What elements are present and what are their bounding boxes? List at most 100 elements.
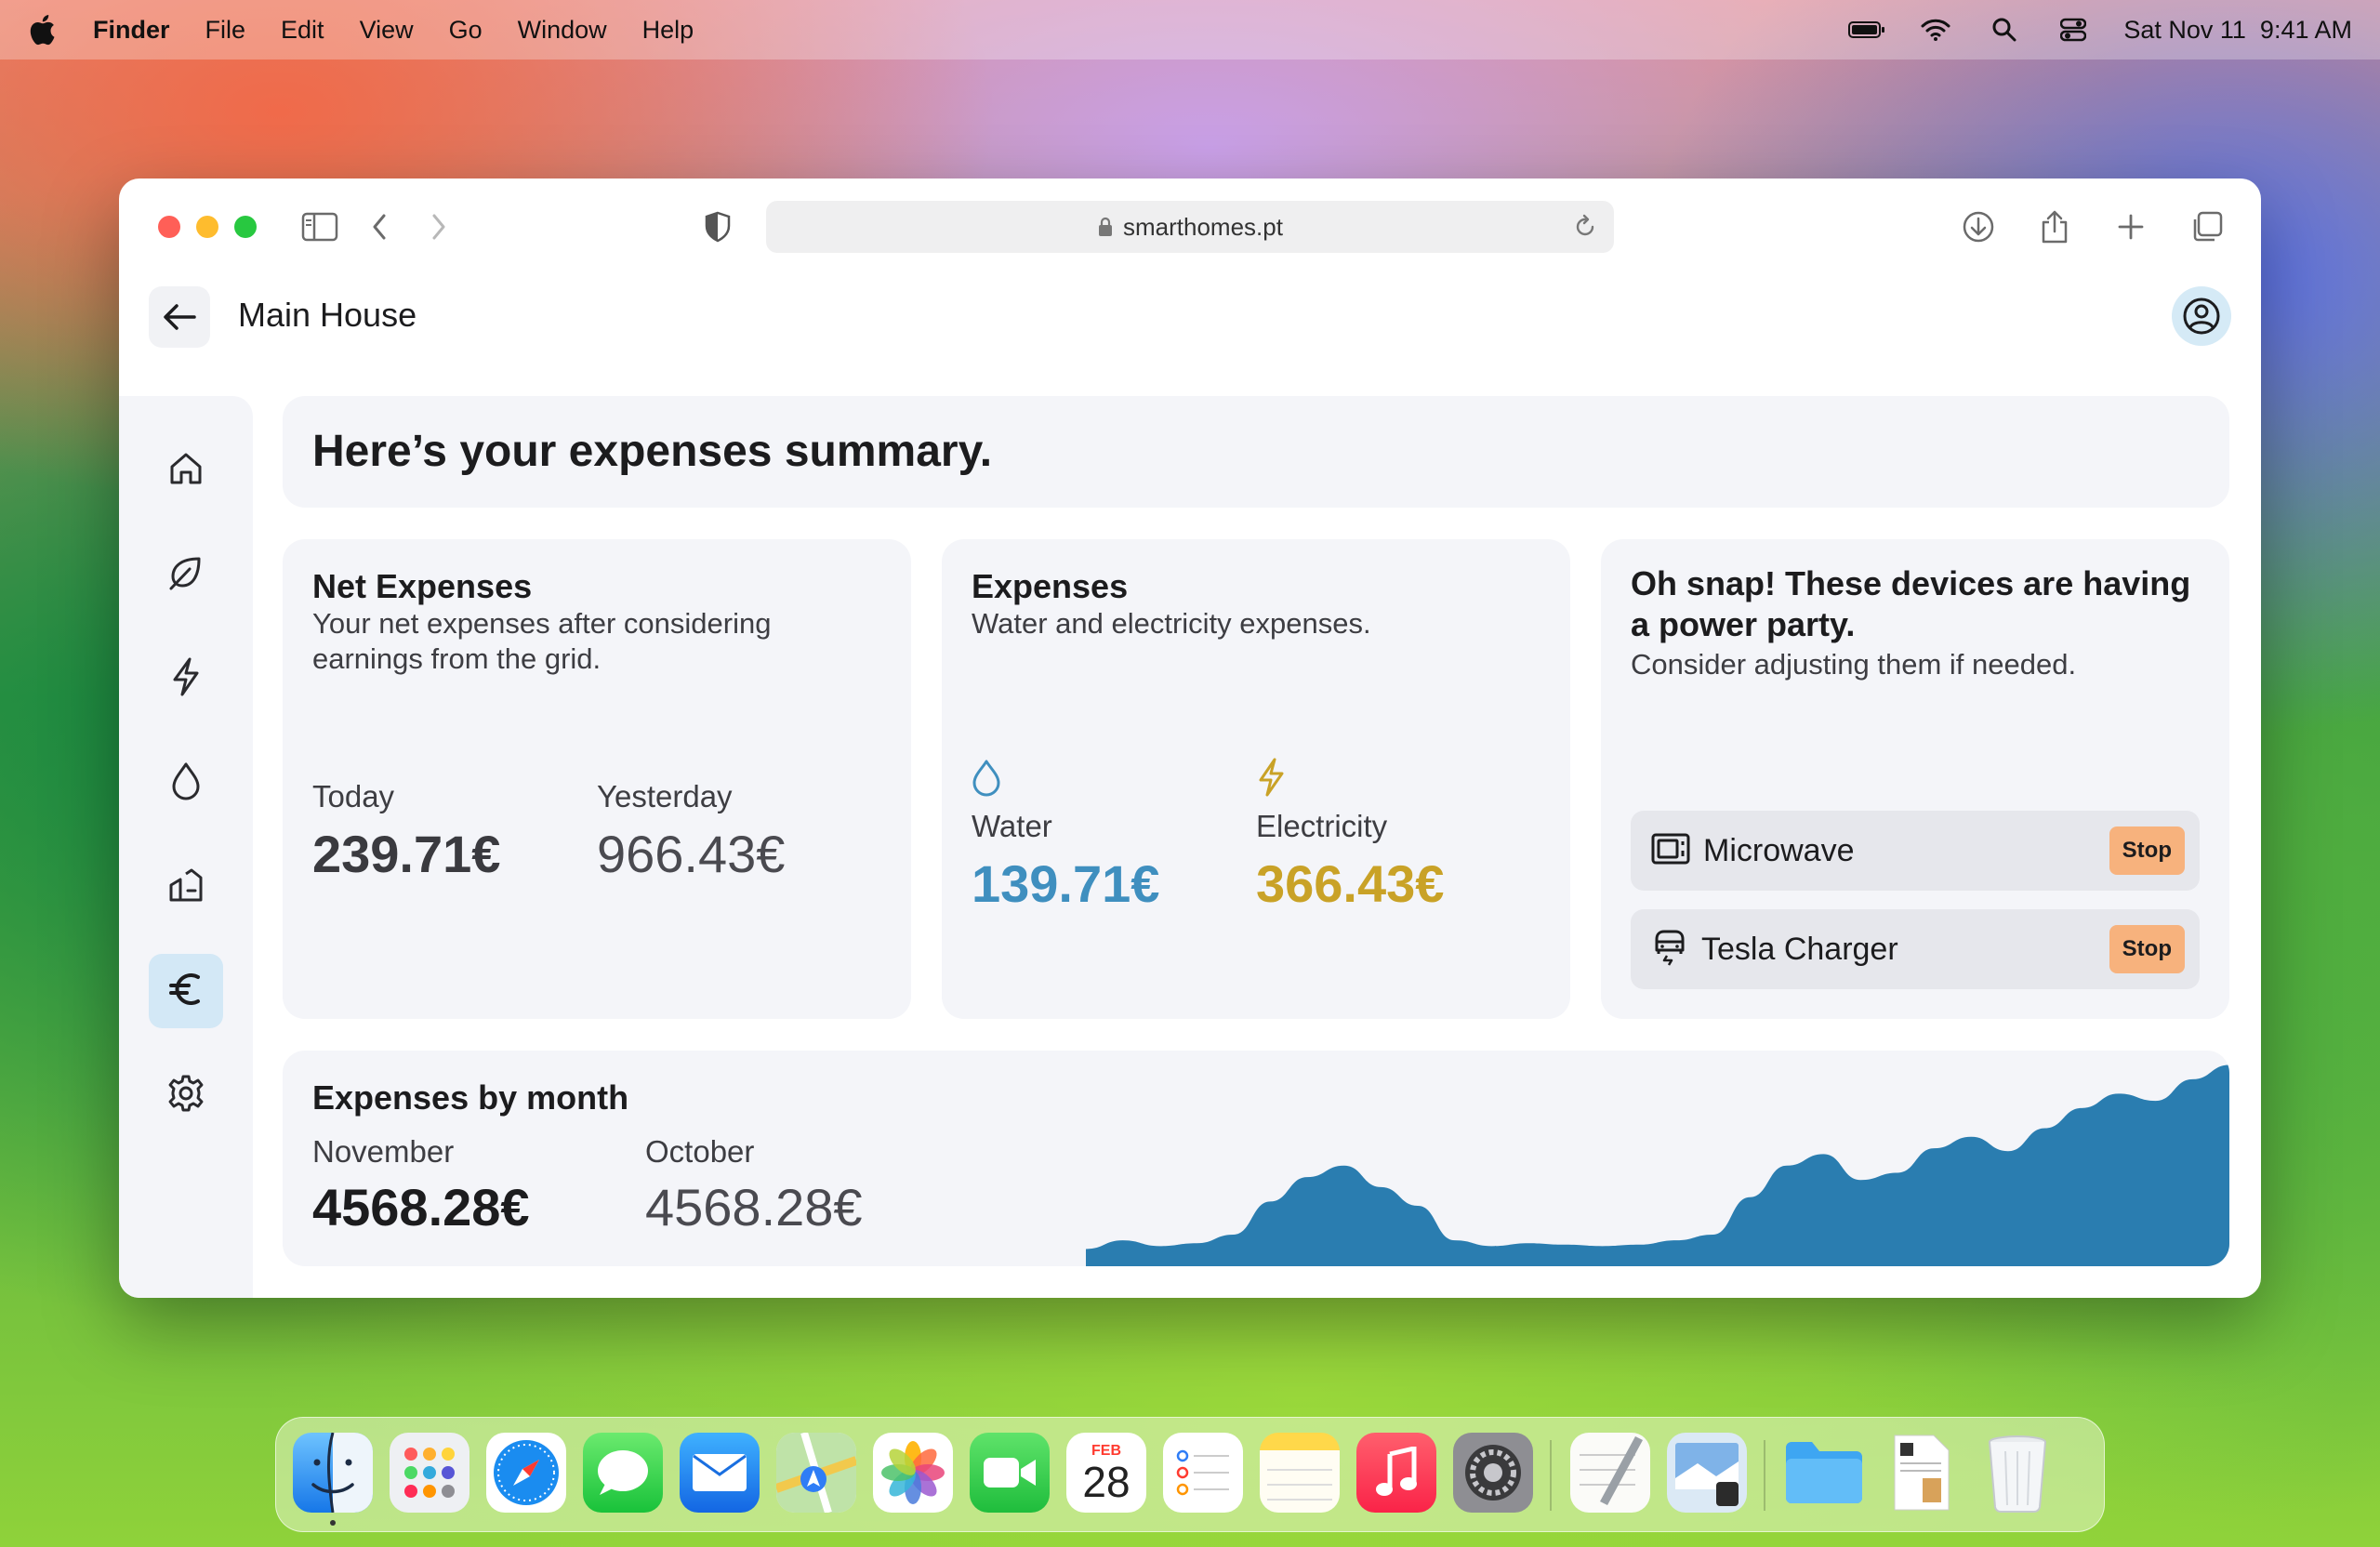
wifi-icon[interactable] [1917, 15, 1954, 45]
spotlight-search-icon[interactable] [1986, 15, 2023, 45]
water-label: Water [972, 809, 1052, 843]
calendar-day: 28 [1082, 1458, 1130, 1506]
sidebar-item-home[interactable] [149, 433, 223, 508]
power-party-title-line1: Oh snap! These devices are having [1631, 564, 2191, 602]
car-icon [1651, 928, 1688, 972]
today-label: Today [312, 779, 395, 813]
expenses-title: Expenses [972, 567, 1129, 605]
reload-icon[interactable] [1573, 214, 1597, 240]
sidebar-item-water[interactable] [149, 746, 223, 820]
previous-month-label: October [645, 1134, 755, 1169]
back-button[interactable] [149, 286, 210, 348]
zoom-window-button[interactable] [234, 216, 257, 238]
dock-separator [1550, 1440, 1552, 1511]
photos-icon[interactable] [873, 1433, 953, 1513]
share-icon[interactable] [2034, 206, 2075, 247]
url-text: smarthomes.pt [1123, 212, 1283, 241]
mail-icon[interactable] [680, 1433, 760, 1513]
summary-heading: Here’s your expenses summary. [312, 427, 993, 476]
previous-month-value: 4568.28€ [645, 1178, 863, 1236]
stop-microwave-button[interactable]: Stop [2109, 826, 2185, 875]
electricity-value: 366.43€ [1256, 854, 1445, 913]
dock-separator [1764, 1440, 1765, 1511]
current-month-label: November [312, 1134, 455, 1169]
bolt-icon [167, 656, 205, 702]
sidebar-item-electricity[interactable] [149, 641, 223, 716]
net-expenses-title: Net Expenses [312, 567, 533, 605]
control-center-icon[interactable] [2055, 15, 2092, 45]
yesterday-value: 966.43€ [597, 825, 786, 883]
sidebar-item-settings[interactable] [149, 1058, 223, 1132]
water-drop-icon [167, 760, 205, 806]
new-tab-icon[interactable] [2110, 206, 2151, 247]
water-value: 139.71€ [972, 854, 1160, 913]
document-icon[interactable] [1881, 1433, 1961, 1513]
battery-icon[interactable] [1848, 15, 1885, 45]
stop-tesla-charger-button[interactable]: Stop [2109, 925, 2185, 973]
reminders-icon[interactable] [1163, 1433, 1243, 1513]
tab-overview-icon[interactable] [2187, 206, 2228, 247]
menubar-clock[interactable]: Sat Nov 11 9:41 AM [2123, 16, 2352, 45]
menu-bar: Finder File Edit View Go Window Help Sat… [0, 0, 2380, 60]
yesterday-label: Yesterday [597, 779, 733, 813]
menu-go[interactable]: Go [449, 16, 483, 45]
menu-app-name[interactable]: Finder [93, 16, 170, 45]
menu-file[interactable]: File [205, 16, 246, 45]
safari-icon[interactable] [486, 1433, 566, 1513]
user-avatar-button[interactable] [2172, 286, 2231, 346]
expenses-subtitle: Water and electricity expenses. [972, 607, 1371, 640]
back-nav-icon[interactable] [359, 206, 400, 247]
sidebar-toggle-icon[interactable] [299, 206, 340, 247]
downloads-icon[interactable] [1958, 206, 1999, 247]
menu-view[interactable]: View [360, 16, 414, 45]
messages-icon[interactable] [583, 1433, 663, 1513]
system-settings-icon[interactable] [1453, 1433, 1533, 1513]
microwave-icon [1651, 832, 1690, 870]
lock-icon [1097, 216, 1114, 238]
close-window-button[interactable] [158, 216, 180, 238]
minimize-window-button[interactable] [196, 216, 218, 238]
dock: FEB 28 [275, 1417, 2105, 1532]
launchpad-icon[interactable] [390, 1433, 469, 1513]
notes-icon[interactable] [1260, 1433, 1340, 1513]
expenses-area-series [1086, 1064, 2229, 1266]
today-value: 239.71€ [312, 825, 501, 883]
apple-logo-icon[interactable] [28, 14, 60, 46]
electricity-label: Electricity [1256, 809, 1388, 843]
device-row-microwave: Microwave Stop [1631, 811, 2200, 891]
sidebar-item-expenses[interactable] [149, 954, 223, 1028]
app-header: Main House [119, 283, 2261, 361]
music-icon[interactable] [1356, 1433, 1436, 1513]
preview-icon[interactable] [1667, 1433, 1747, 1513]
calendar-icon[interactable]: FEB 28 [1066, 1433, 1146, 1513]
expenses-by-month-card: Expenses by month November 4568.28€ Octo… [283, 1051, 2229, 1266]
sidebar-item-sustainability[interactable] [149, 537, 223, 612]
running-indicator [330, 1520, 336, 1526]
sidebar-item-devices[interactable] [149, 850, 223, 924]
euro-icon [166, 970, 205, 1013]
folder-icon[interactable] [1784, 1433, 1864, 1513]
address-bar[interactable]: smarthomes.pt [766, 201, 1614, 253]
menu-help[interactable]: Help [642, 16, 694, 45]
power-party-card: Oh snap! These devices are having a powe… [1601, 539, 2229, 1019]
finder-icon[interactable] [293, 1433, 373, 1513]
maps-icon[interactable] [776, 1433, 856, 1513]
monthly-title: Expenses by month [312, 1078, 629, 1117]
device-name: Microwave [1703, 832, 1855, 868]
device-row-tesla-charger: Tesla Charger Stop [1631, 909, 2200, 989]
textedit-icon[interactable] [1570, 1433, 1650, 1513]
bolt-icon [1254, 757, 1288, 802]
window-controls [158, 216, 257, 238]
privacy-shield-icon[interactable] [697, 206, 738, 247]
net-expenses-card: Net Expenses Your net expenses after con… [283, 539, 911, 1019]
power-party-title-line2: a power party. [1631, 605, 1856, 643]
menu-window[interactable]: Window [518, 16, 607, 45]
facetime-icon[interactable] [970, 1433, 1050, 1513]
leaf-icon [167, 554, 205, 596]
devices-icon [165, 865, 206, 910]
trash-icon[interactable] [1977, 1433, 2057, 1513]
sidebar [119, 396, 253, 1298]
menu-edit[interactable]: Edit [281, 16, 324, 45]
forward-nav-icon[interactable] [418, 206, 459, 247]
net-expenses-subtitle-line2: earnings from the grid. [312, 642, 602, 675]
